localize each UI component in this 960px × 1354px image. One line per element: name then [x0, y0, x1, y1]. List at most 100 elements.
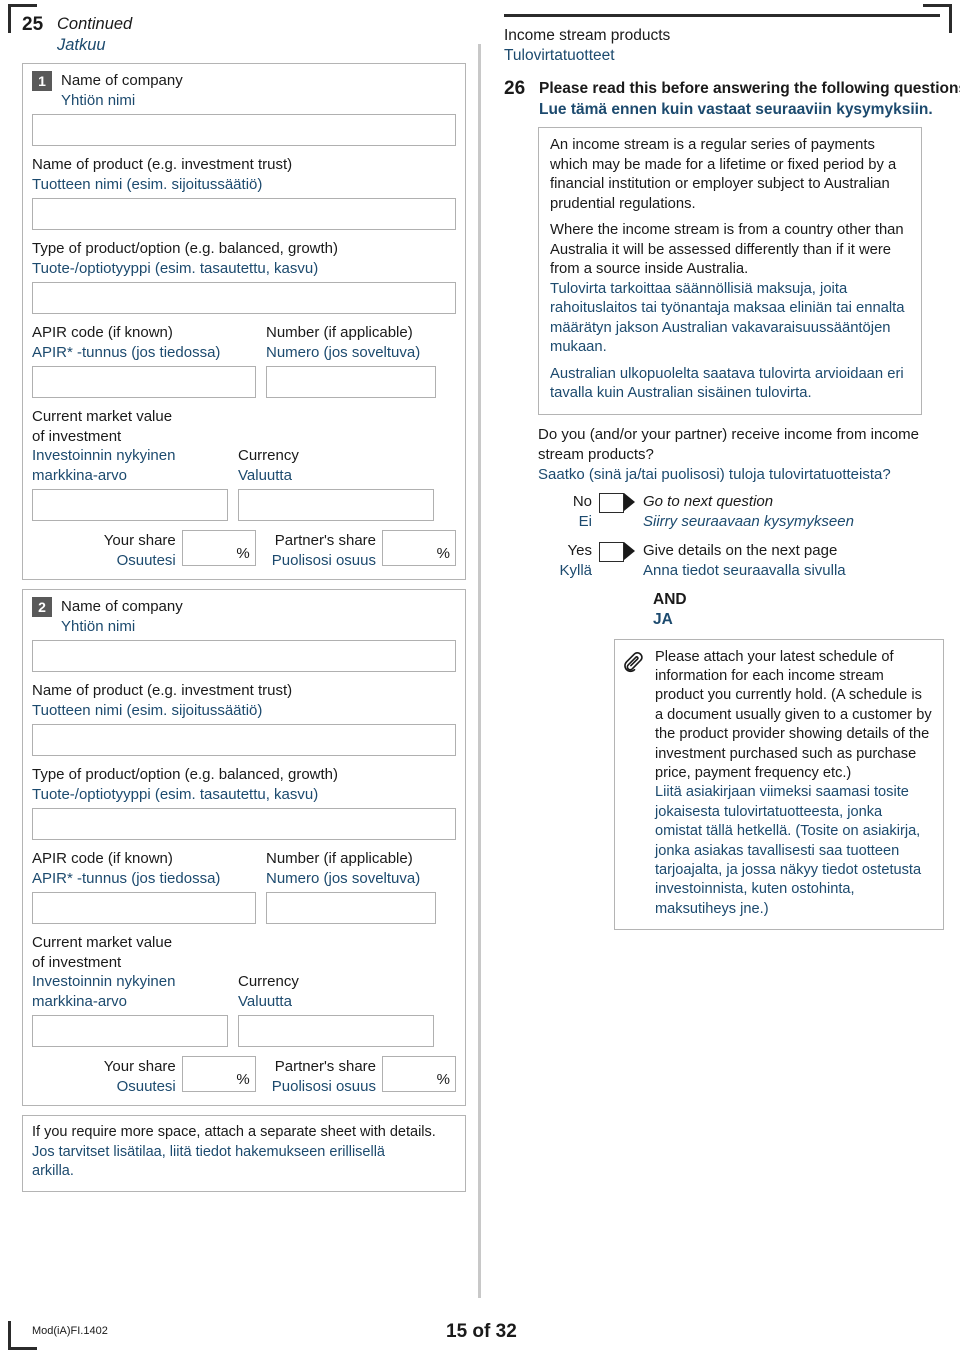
block-2-product-input[interactable] [32, 724, 456, 756]
block-1-product-label-en: Name of product (e.g. investment trust) [32, 156, 293, 173]
block-2-company-label: Name of company Yhtiön nimi [61, 597, 183, 636]
info-paragraph-3: Tulovirta tarkoittaa säännöllisiä maksuj… [550, 280, 905, 356]
block-2-your-share-input[interactable]: % [181, 1056, 256, 1092]
block-2-apir-input[interactable] [32, 892, 256, 924]
block-2-number-input[interactable] [266, 892, 436, 924]
block-2-partner-share-percent: % [436, 1071, 450, 1088]
block-2-currency-label: Currency Valuutta [238, 972, 434, 1011]
block-2-currency-input[interactable] [238, 1015, 434, 1047]
checkbox-no[interactable] [599, 492, 624, 513]
question-25-title: Continued Jatkuu [57, 14, 132, 56]
attachment-instruction-box: Please attach your latest schedule of in… [614, 638, 944, 931]
more-space-note-en: If you require more space, attach a sepa… [32, 1124, 436, 1140]
main-question: Do you (and/or your partner) receive inc… [538, 425, 938, 485]
page-number: 15 of 32 [446, 1321, 517, 1342]
block-2-your-share-label: Your share Osuutesi [104, 1056, 182, 1096]
block-1-company-label-fi: Yhtiön nimi [61, 91, 136, 109]
main-question-en-2: stream products? [538, 445, 654, 463]
question-26-title-en: Please read this before answering the fo… [539, 80, 960, 97]
block-2-your-share-percent: % [236, 1071, 250, 1088]
block-2-partner-share-input[interactable]: % [382, 1056, 456, 1092]
block-1-apir-label: APIR code (if known) APIR* -tunnus (jos … [32, 323, 256, 362]
question-26-header: 26 Please read this before answering the… [504, 78, 960, 120]
block-2-product-label-fi: Tuotteen nimi (esim. sijoitussäätiö) [32, 701, 263, 719]
block-1-partner-share-input[interactable]: % [382, 530, 456, 566]
column-divider [478, 44, 481, 1298]
attachment-text-en: Please attach your latest schedule of in… [655, 648, 932, 781]
block-1-apir-number-inputs [32, 362, 456, 407]
answer-option-no: No Ei Go to next question Siirry seuraav… [538, 492, 940, 532]
answer-yes-label-en: Yes [567, 541, 592, 559]
block-2-value-input[interactable] [32, 1015, 228, 1047]
block-1-type-label: Type of product/option (e.g. balanced, g… [32, 239, 456, 278]
section-top-rule [504, 14, 940, 17]
right-column: Income stream products Tulovirtatuotteet… [504, 14, 960, 931]
investment-block-2: 2 Name of company Yhtiön nimi Name of pr… [22, 589, 466, 1106]
and-connector-fi: JA [653, 610, 673, 628]
block-2-value-label-en-2: of investment [32, 953, 122, 971]
answer-no-label-fi: Ei [578, 512, 592, 530]
and-connector: AND JA [653, 590, 940, 630]
answer-no-action-fi: Siirry seuraavaan kysymykseen [643, 512, 854, 530]
block-1-value-label-fi-1: Investoinnin nykyinen [32, 447, 176, 464]
block-1-product-label-fi: Tuotteen nimi (esim. sijoitussäätiö) [32, 175, 263, 193]
answer-options: No Ei Go to next question Siirry seuraav… [538, 492, 940, 581]
block-2-your-share-label-fi: Osuutesi [116, 1077, 176, 1095]
block-1-type-input[interactable] [32, 282, 456, 314]
block-1-value-label-en-1: Current market value [32, 408, 173, 425]
block-1-share-row: Your share Osuutesi % Partner's share Pu… [32, 530, 456, 570]
block-1-partner-share-label-fi: Puolisosi osuus [271, 551, 376, 569]
block-1-number-label-en: Number (if applicable) [266, 324, 413, 341]
block-2-number-label-fi: Numero (jos soveltuva) [266, 869, 421, 887]
block-2-type-label-fi: Tuote-/optiotyyppi (esim. tasautettu, ka… [32, 785, 319, 803]
block-1-currency-label: Currency Valuutta [238, 446, 434, 485]
block-1-currency-input[interactable] [238, 489, 434, 521]
answer-no-label-en: No [572, 492, 592, 510]
block-2-apir-number-labels: APIR code (if known) APIR* -tunnus (jos … [32, 849, 456, 888]
block-1-value-input[interactable] [32, 489, 228, 521]
block-1-number-label-fi: Numero (jos soveltuva) [266, 343, 421, 361]
block-1-value-currency-inputs [32, 485, 456, 528]
info-paragraph-2: Where the income stream is from a countr… [550, 222, 904, 277]
block-1-company-label-row: 1 Name of company Yhtiön nimi [32, 71, 456, 110]
block-1-value-label-fi-2: markkina-arvo [32, 466, 128, 484]
checkbox-yes[interactable] [599, 541, 624, 562]
question-25-title-en: Continued [57, 15, 133, 33]
arrow-right-icon [624, 541, 635, 560]
block-1-currency-label-en: Currency [238, 447, 299, 464]
block-2-number-label-en: Number (if applicable) [266, 850, 413, 867]
block-1-company-input[interactable] [32, 114, 456, 146]
block-1-apir-input[interactable] [32, 366, 256, 398]
block-1-product-label: Name of product (e.g. investment trust) … [32, 155, 456, 194]
block-1-your-share-input[interactable]: % [181, 530, 256, 566]
block-2-value-label: Current market value of investment Inves… [32, 933, 228, 1011]
block-2-value-label-fi-2: markkina-arvo [32, 992, 128, 1010]
block-1-product-input[interactable] [32, 198, 456, 230]
info-paragraph-4: Australian ulkopuolelta saatava tulovirt… [550, 365, 904, 402]
arrow-right-icon [624, 492, 635, 511]
question-25-number: 25 [22, 14, 44, 35]
income-stream-info-box: An income stream is a regular series of … [538, 127, 922, 415]
block-2-badge: 2 [32, 597, 52, 617]
block-2-partner-share-label-en: Partner's share [274, 1058, 376, 1075]
block-1-type-label-en: Type of product/option (e.g. balanced, g… [32, 240, 339, 257]
block-1-apir-number-labels: APIR code (if known) APIR* -tunnus (jos … [32, 323, 456, 362]
block-1-number-input[interactable] [266, 366, 436, 398]
block-2-partner-share-label: Partner's share Puolisosi osuus [272, 1056, 382, 1096]
answer-yes-action: Give details on the next page Anna tiedo… [635, 541, 846, 581]
block-2-apir-number-inputs [32, 888, 456, 933]
block-1-apir-label-fi: APIR* -tunnus (jos tiedossa) [32, 343, 221, 361]
question-26-title: Please read this before answering the fo… [539, 78, 960, 120]
block-1-value-currency-labels: Current market value of investment Inves… [32, 407, 456, 485]
block-2-your-share-label-en: Your share [103, 1058, 176, 1075]
answer-yes-action-fi: Anna tiedot seuraavalla sivulla [643, 561, 846, 579]
form-page: 25 Continued Jatkuu 1 Name of company Yh… [0, 0, 960, 1354]
block-2-number-label: Number (if applicable) Numero (jos sovel… [266, 849, 436, 888]
block-2-currency-label-en: Currency [238, 973, 299, 990]
block-2-type-input[interactable] [32, 808, 456, 840]
block-1-value-label-en-2: of investment [32, 427, 122, 445]
block-2-company-label-row: 2 Name of company Yhtiön nimi [32, 597, 456, 636]
block-2-company-input[interactable] [32, 640, 456, 672]
block-1-your-share-label: Your share Osuutesi [104, 530, 182, 570]
main-question-fi: Saatko (sinä ja/tai puolisosi) tuloja tu… [538, 465, 891, 483]
